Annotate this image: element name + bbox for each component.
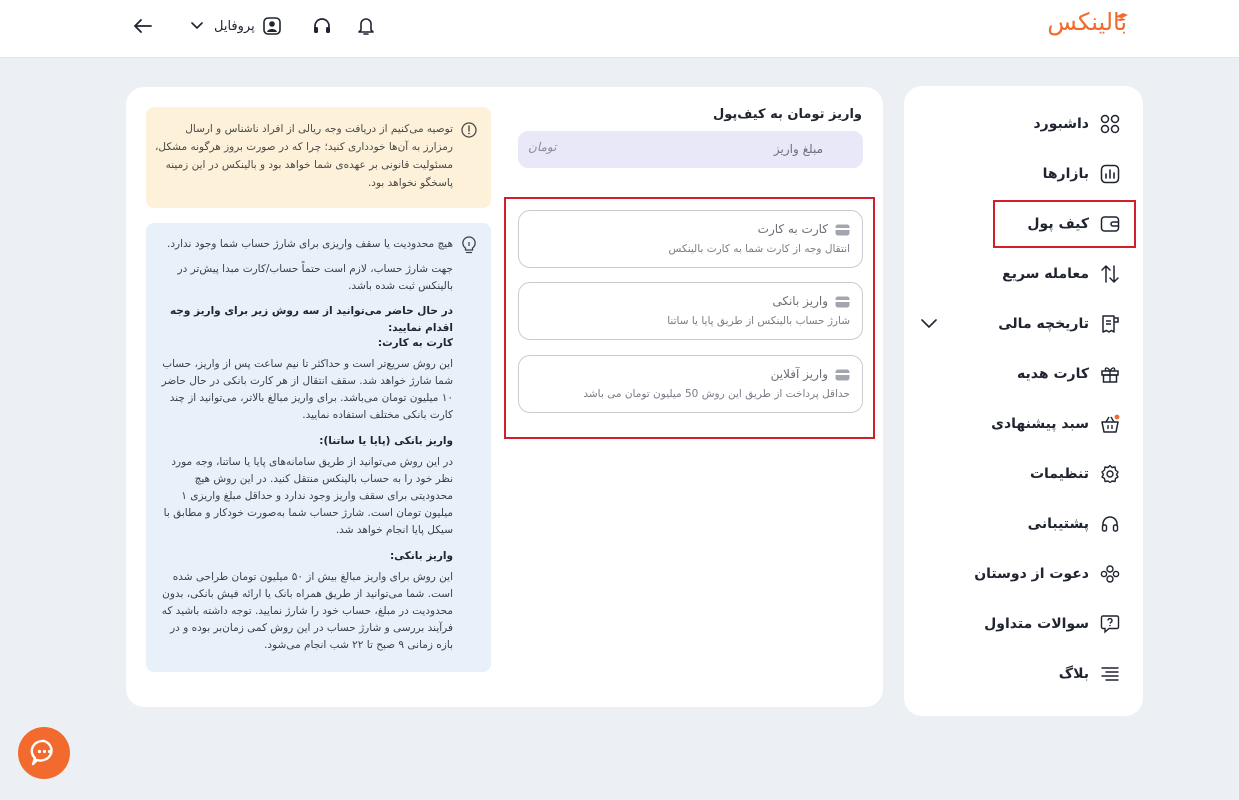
profile-menu[interactable]: پروفایل [186,15,283,37]
gear-icon [1099,463,1121,485]
sidebar-item-markets[interactable]: بازارها [921,160,1121,188]
chat-bubble-icon [30,739,53,766]
warning-text: توصیه می‌کنیم از دریافت وجه ریالی از افر… [155,123,453,189]
info-section-bank: واریز بانکی: این روش برای واریز مبالغ بی… [161,550,453,651]
swap-icon [1099,263,1121,285]
method-bank-transfer[interactable]: واریز بانکی شارژ حساب بالینکس از طریق پا… [518,282,863,340]
card-icon [835,224,850,236]
chevron-down-icon [186,15,208,37]
basket-icon [1099,413,1121,435]
sidebar-item-quick-trade[interactable]: معامله سریع [921,260,1121,288]
alert-icon [461,122,477,138]
top-header: بالینکس پروفایل [0,0,1239,58]
sidebar-item-suggested-basket[interactable]: سبد پیشنهادی [921,410,1121,438]
user-icon [261,15,283,37]
lightbulb-icon [462,236,476,254]
users-icon [1099,563,1121,585]
info-intro: هیچ محدودیت یا سقف واریزی برای شارژ حساب… [153,236,453,343]
sidebar-item-faq[interactable]: سوالات متداول [921,610,1121,638]
sidebar-item-support[interactable]: پشتیبانی [921,510,1121,538]
warning-notice: توصیه می‌کنیم از دریافت وجه ریالی از افر… [146,107,491,208]
header-actions: پروفایل [132,12,377,40]
sidebar-item-gift-card[interactable]: کارت هدیه [921,360,1121,388]
amount-input[interactable]: مبلغ واریز تومان [518,131,863,168]
info-line-2: جهت شارژ حساب، لازم است حتماً حساب/کارت … [177,263,453,292]
sidebar-item-financial-history[interactable]: تاریخچه مالی [921,310,1121,338]
chevron-down-icon[interactable] [921,314,937,333]
sidebar: داشبورد بازارها کیف پول معامله سریع تاری… [904,86,1143,716]
sidebar-item-invite-friends[interactable]: دعوت از دوستان [921,560,1121,588]
card-icon [835,369,850,381]
logo-mark-icon [1115,13,1128,21]
method-card-to-card[interactable]: کارت به کارت انتقال وجه از کارت شما به ک… [518,210,863,268]
sidebar-item-blog[interactable]: بلاگ [921,660,1121,688]
chat-support-button[interactable] [18,727,70,779]
sidebar-item-dashboard[interactable]: داشبورد [921,110,1121,138]
active-item-highlight [993,200,1136,248]
currency-unit: تومان [528,140,557,154]
dashboard-icon [1099,113,1121,135]
info-notice: هیچ محدودیت یا سقف واریزی برای شارژ حساب… [146,223,491,672]
gift-icon [1099,363,1121,385]
info-methods-intro: در حال حاضر می‌توانید از سه روش زیر برای… [169,305,453,334]
main-panel: واریز تومان به کیف‌پول مبلغ واریز تومان … [126,87,883,707]
bell-icon[interactable] [355,15,377,37]
profile-label: پروفایل [214,18,255,34]
menu-icon [1099,663,1121,685]
card-icon [835,296,850,308]
info-section-paya: واریز بانکی (پایا یا ساتنا): در این روش … [163,435,453,536]
chart-icon [1099,163,1121,185]
info-line-1: هیچ محدودیت یا سقف واریزی برای شارژ حساب… [167,238,453,250]
amount-placeholder: مبلغ واریز [773,142,823,156]
question-icon [1099,613,1121,635]
headset-icon [1099,513,1121,535]
back-arrow-icon[interactable] [132,15,154,37]
deposit-title: واریز تومان به کیف‌پول [712,107,862,122]
headset-icon[interactable] [311,15,333,37]
method-offline-deposit[interactable]: واریز آفلاین حداقل پرداخت از طریق این رو… [518,355,863,413]
info-section-card: کارت به کارت: این روش سریع‌تر است و حداک… [161,337,453,421]
sidebar-item-settings[interactable]: تنظیمات [921,460,1121,488]
receipt-icon [1099,313,1121,335]
